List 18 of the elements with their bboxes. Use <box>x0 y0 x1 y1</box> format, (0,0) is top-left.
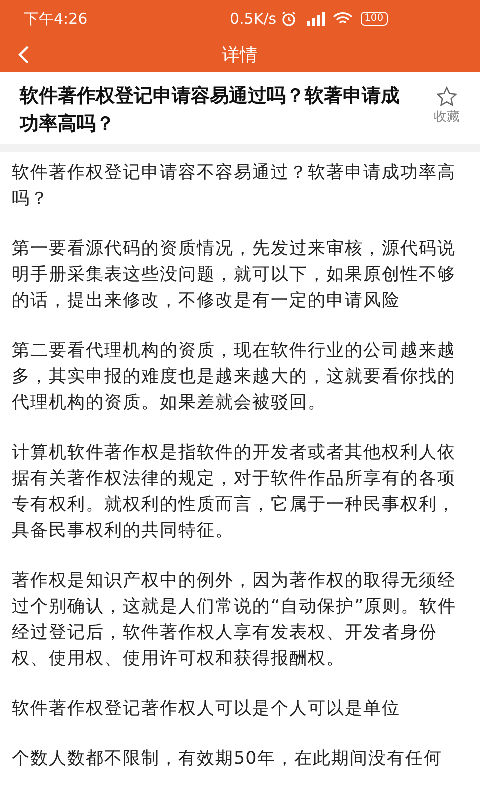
alarm-icon <box>280 11 297 27</box>
page-title: 详情 <box>222 44 258 68</box>
favorite-button[interactable]: 收藏 <box>434 86 460 128</box>
article-paragraph: 著作权是知识产权中的例外，因为著作权的取得无须经过个别确认，这就是人们常说的“自动保护”原则。软件经过登记后，软件著作权人享有发表权、开发者身份权、使用权、使用许可权和获得报酬权。 <box>12 570 458 671</box>
network-speed: 0.5K/s <box>230 8 277 30</box>
article-paragraph: 软件著作权登记著作权人可以是个人可以是单位 <box>12 698 402 721</box>
wifi-icon <box>332 12 353 26</box>
back-icon <box>18 46 30 64</box>
status-time: 下午4:26 <box>24 8 89 30</box>
article-paragraph: 个数人数都不限制，有效期50年，在此期间没有任何 <box>12 748 444 771</box>
signal-icon <box>304 12 325 26</box>
star-icon <box>436 86 458 108</box>
article-paragraph: 第一要看源代码的资质情况，先发过来审核，源代码说明手册采集表这些没问题，就可以下，如果原创性不够的话，提出来修改，不修改是有一定的申请风险 <box>12 238 457 313</box>
article-paragraph: 计算机软件著作权是指软件的开发者或者其他权利人依据有关著作权法律的规定，对于软件作品所享有的各项专有权利。就权利的性质而言，它属于一种民事权利，具备民事权利的共同特征。 <box>12 442 457 543</box>
article-paragraph: 第二要看代理机构的资质，现在软件行业的公司越来越多，其实申报的难度也是越来越大的，这就要看你找的代理机构的资质。如果差就会被驳回。 <box>12 340 457 415</box>
battery-indicator: 100 <box>360 12 388 26</box>
article-title: 软件著作权登记申请容易通过吗？软著申请成功率高吗？ <box>20 84 401 137</box>
article-paragraph: 软件著作权登记申请容不容易通过？软著申请成功率高吗？ <box>12 162 457 211</box>
